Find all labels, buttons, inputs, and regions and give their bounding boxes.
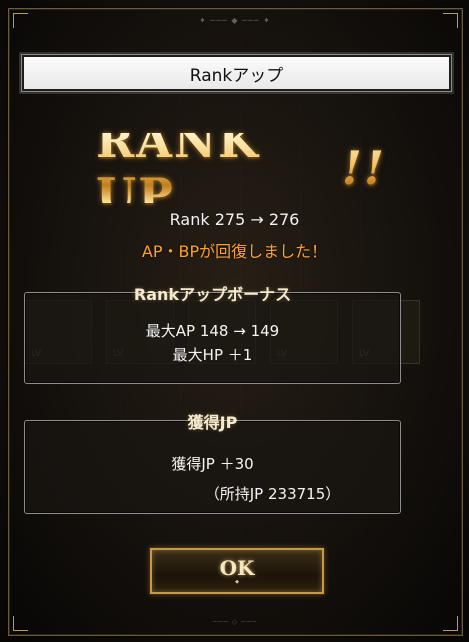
jp-owned-text: （所持JP 233715） xyxy=(204,485,341,503)
rank-up-exclamation: !! xyxy=(341,141,386,195)
jp-panel: 獲得JP 獲得JP ＋30 （所持JP 233715） xyxy=(24,413,401,514)
jp-gained-text: 獲得JP ＋30 xyxy=(171,455,254,473)
max-hp-text: 最大HP ＋1 xyxy=(172,346,253,364)
max-ap-text: 最大AP 148 → 149 xyxy=(145,322,280,340)
dialog-title-bar: Rankアップ xyxy=(22,55,451,91)
background-decoration-bottom: ─── ◇ ─── xyxy=(212,618,258,626)
frame-corner xyxy=(13,616,28,631)
ok-button-ornament: ◆ xyxy=(235,578,239,585)
dialog-title: Rankアップ xyxy=(189,65,284,86)
frame-corner xyxy=(443,616,458,631)
ok-button[interactable]: OK ◆ xyxy=(150,548,324,594)
jp-heading: 獲得JP xyxy=(187,413,238,432)
frame-corner xyxy=(443,13,458,28)
ok-button-label: OK xyxy=(219,555,255,580)
rank-up-banner: RANK UP !! xyxy=(96,133,386,203)
rank-bonus-heading: Rankアップボーナス xyxy=(133,285,292,304)
recovery-message: AP・BPが回復しました！ xyxy=(141,242,328,261)
rank-bonus-panel: Rankアップボーナス 最大AP 148 → 149 最大HP ＋1 xyxy=(24,285,401,384)
rank-up-text: RANK UP xyxy=(96,114,260,222)
rank-change-text: Rank 275 → 276 xyxy=(169,210,300,229)
frame-corner xyxy=(13,13,28,28)
